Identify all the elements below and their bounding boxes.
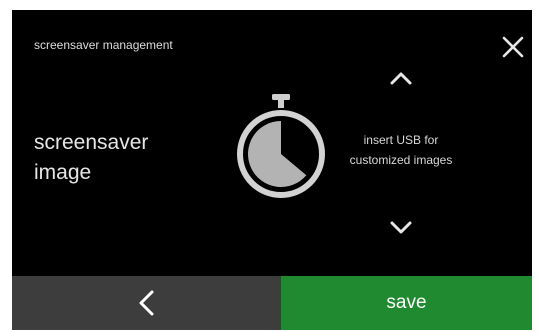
setting-label: screensaver image — [34, 128, 224, 188]
scroll-down-button[interactable] — [381, 214, 421, 240]
close-icon — [502, 36, 524, 58]
page-title: screensaver management — [34, 38, 173, 52]
scroll-up-button[interactable] — [381, 66, 421, 92]
screensaver-screen: screensaver management screensaver image… — [12, 10, 532, 330]
chevron-up-icon — [390, 72, 412, 85]
setting-label-line1: screensaver — [34, 131, 149, 154]
usb-hint-line1: insert USB for — [363, 133, 439, 147]
stopwatch-icon — [235, 94, 327, 202]
close-button[interactable] — [500, 34, 526, 60]
chevron-down-icon — [390, 221, 412, 234]
save-button[interactable]: save — [281, 276, 532, 330]
usb-hint-line2: customized images — [349, 153, 453, 167]
usb-hint-text: insert USB for customized images — [330, 130, 472, 170]
chevron-left-icon — [139, 290, 153, 316]
footer-bar: save — [12, 276, 532, 330]
back-button[interactable] — [12, 276, 281, 330]
setting-label-line2: image — [34, 161, 92, 184]
